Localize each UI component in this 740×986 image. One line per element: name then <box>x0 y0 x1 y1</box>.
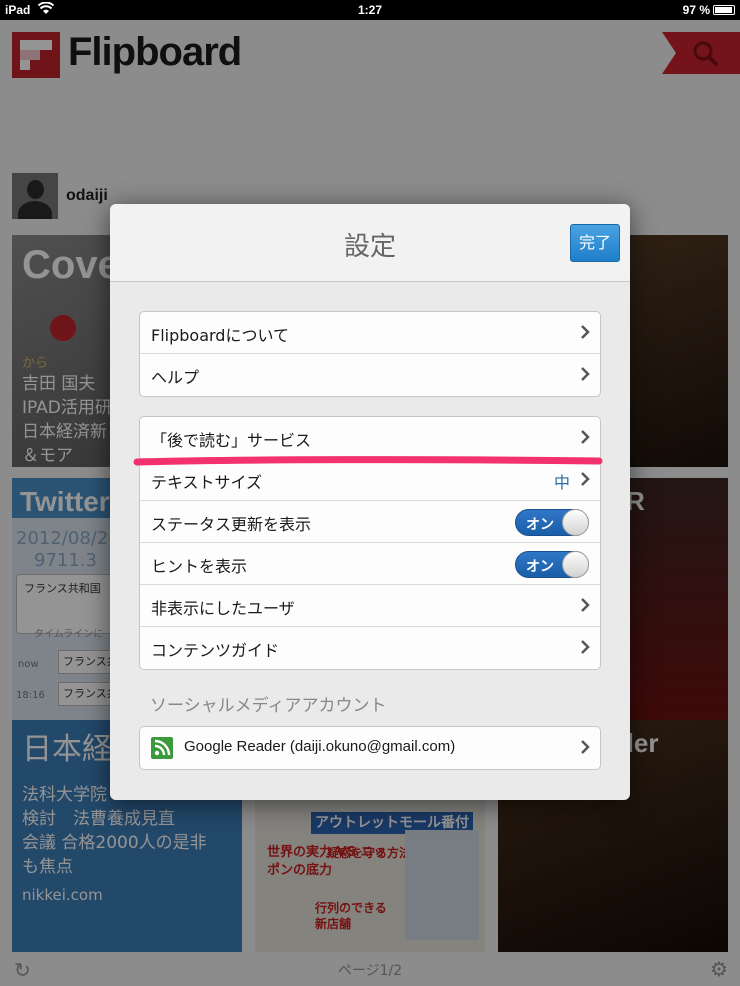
rss-icon <box>151 737 173 759</box>
settings-dialog: 設定 完了 Flipboardについて ヘルプ 「後で読む」サービス テキストサ… <box>110 204 630 800</box>
row-label: 非表示にしたユーザ <box>151 599 295 618</box>
settings-row-help[interactable]: ヘルプ <box>140 354 600 396</box>
settings-row-read-later[interactable]: 「後で読む」サービス <box>140 417 600 459</box>
chevron-right-icon <box>581 472 590 486</box>
row-label: Google Reader (daiji.okuno@gmail.com) <box>184 738 456 755</box>
done-button[interactable]: 完了 <box>570 224 620 262</box>
settings-title: 設定 <box>343 232 396 262</box>
battery-percent: 97 % <box>682 3 710 17</box>
chevron-right-icon <box>581 640 590 654</box>
settings-header: 設定 完了 <box>110 204 630 282</box>
social-section-header: ソーシャルメディアアカウント <box>150 696 387 716</box>
chevron-right-icon <box>581 430 590 444</box>
hints-toggle[interactable]: オン <box>515 551 589 578</box>
settings-row-google-reader[interactable]: Google Reader (daiji.okuno@gmail.com) <box>140 727 600 769</box>
toggle-label: オン <box>526 517 554 533</box>
bottom-bar: ↻ ページ1/2 ⚙ <box>0 952 740 986</box>
status-updates-toggle[interactable]: オン <box>515 509 589 536</box>
settings-row-about[interactable]: Flipboardについて <box>140 312 600 354</box>
settings-row-hidden-users[interactable]: 非表示にしたユーザ <box>140 585 600 627</box>
settings-row-content-guide[interactable]: コンテンツガイド <box>140 627 600 669</box>
settings-group-social: Google Reader (daiji.okuno@gmail.com) <box>139 726 601 770</box>
clock: 1:27 <box>357 3 383 17</box>
chevron-right-icon <box>581 325 590 339</box>
settings-row-hints: ヒントを表示 オン <box>140 543 600 585</box>
gear-icon[interactable]: ⚙ <box>710 957 728 981</box>
row-label: Flipboardについて <box>151 326 289 345</box>
row-label: ヒントを表示 <box>151 557 248 576</box>
settings-group-general: Flipboardについて ヘルプ <box>139 311 601 397</box>
row-label: ヘルプ <box>151 368 200 387</box>
toggle-label: オン <box>526 559 554 575</box>
row-label: コンテンツガイド <box>151 641 280 660</box>
chevron-right-icon <box>581 740 590 754</box>
highlight-underline <box>133 456 603 466</box>
toggle-knob[interactable] <box>562 551 589 578</box>
row-label: 「後で読む」サービス <box>151 431 312 450</box>
row-label: テキストサイズ <box>151 473 263 492</box>
battery-icon <box>713 5 735 15</box>
status-bar: iPad 1:27 97 % <box>0 0 740 20</box>
text-size-value: 中 <box>553 473 570 492</box>
toggle-knob[interactable] <box>562 509 589 536</box>
settings-group-reading: 「後で読む」サービス テキストサイズ 中 ステータス更新を表示 オン ヒントを表… <box>139 416 601 670</box>
page-indicator: ページ1/2 <box>337 963 403 979</box>
chevron-right-icon <box>581 367 590 381</box>
row-label: ステータス更新を表示 <box>151 515 312 534</box>
chevron-right-icon <box>581 598 590 612</box>
settings-row-status-updates: ステータス更新を表示 オン <box>140 501 600 543</box>
